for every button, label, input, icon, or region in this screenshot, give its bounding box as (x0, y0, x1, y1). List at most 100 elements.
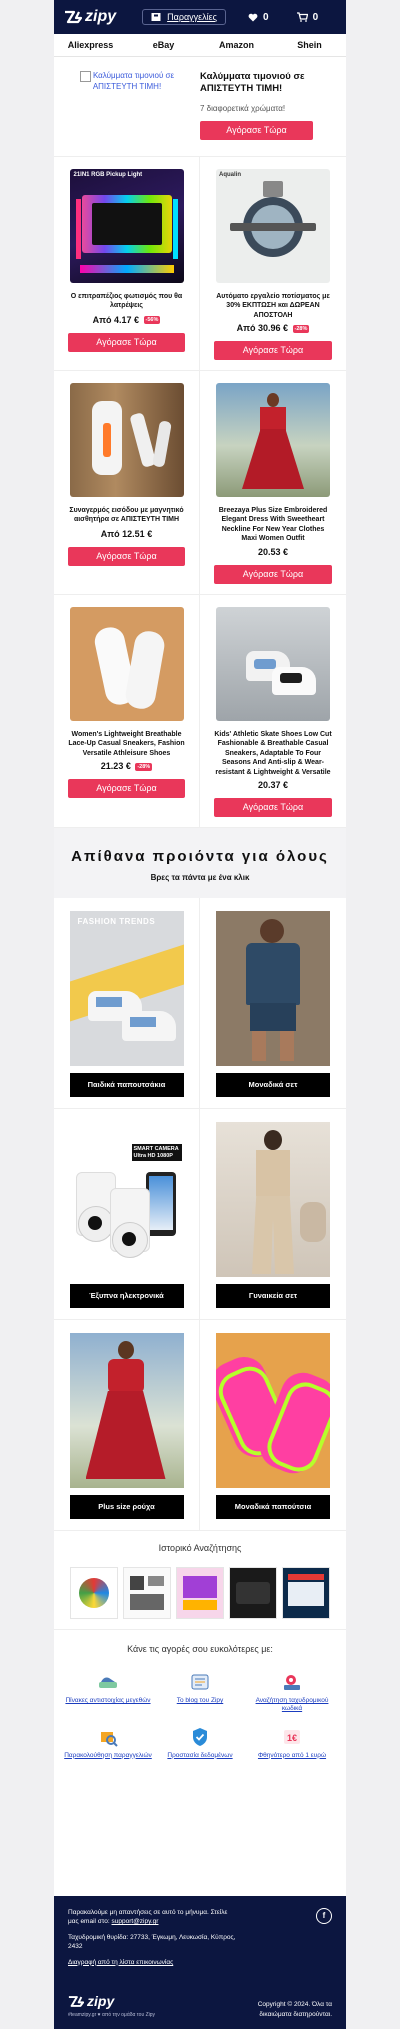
section-title: Απίθανα προιόντα για όλους (71, 847, 329, 865)
product-price: 21.23 € (100, 761, 131, 772)
product-name: Women's Lightweight Breathable Lace-Up C… (68, 730, 185, 757)
product-card: Women's Lightweight Breathable Lace-Up C… (54, 594, 200, 828)
link-label: Φθηνότερο από 1 ευρώ (257, 1751, 327, 1759)
product-card: Aqualin Αυτόματο εργαλείο ποτίσματος με … (200, 157, 346, 371)
buy-now-button[interactable]: Αγόρασε Τώρα (214, 797, 332, 817)
email-page: zipy Παραγγελίες 0 0 Aliexpress eBay Ama… (54, 0, 346, 2029)
facebook-icon[interactable]: f (316, 1908, 332, 1924)
category-card: Μοναδικά παπούτσια (200, 1320, 346, 1531)
cart-icon (296, 12, 308, 22)
product-image-red-dress[interactable] (216, 383, 330, 497)
link-label: Παρακολούθηση παραγγελιών (64, 1751, 152, 1759)
footer: f Παρακαλούμε μη απαντήσεις σε αυτό το μ… (54, 1896, 346, 2029)
zipy-logo[interactable]: zipy (64, 8, 116, 26)
section-header: Απίθανα προιόντα για όλους Βρες τα πάντα… (54, 827, 346, 898)
product-image-rgb-light[interactable]: 21IN1 RGB Pickup Light (69, 168, 184, 283)
unsubscribe-link[interactable]: Διαγραφή από τη λίστα επικοινωνίας (68, 1959, 173, 1966)
footer-logo-text: zipy (87, 1993, 115, 2010)
link-size-charts[interactable]: Πίνακες αντιστοιχίας μεγεθών (62, 1670, 154, 1713)
discount-badge: -28% (292, 324, 310, 333)
buy-now-button[interactable]: Αγόρασε Τώρα (68, 779, 185, 799)
product-image-kids-skate-shoes[interactable] (216, 606, 330, 721)
category-image-unique-shoes[interactable] (216, 1332, 330, 1488)
product-price: Από 12.51 € (100, 529, 153, 539)
buy-now-button[interactable]: Αγόρασε Τώρα (68, 332, 185, 352)
footer-bottom: zipy #teamzipy.gr ♥ από την ομάδα του Zi… (68, 1991, 332, 2019)
favorites-button[interactable]: 0 (248, 12, 269, 23)
footer-unsubscribe-wrap: Διαγραφή από τη λίστα επικοινωνίας (68, 1958, 332, 1967)
support-email-link[interactable]: support@zipy.gr (112, 1918, 159, 1925)
nav-shein[interactable]: Shein (273, 34, 346, 56)
category-button[interactable]: Γυναικεία σετ (216, 1283, 330, 1308)
product-image-caption: 21IN1 RGB Pickup Light (73, 171, 143, 178)
link-label: Προστασία δεδομένων (167, 1751, 233, 1759)
category-image-womens-sets[interactable] (216, 1121, 330, 1277)
history-thumbnail[interactable] (282, 1566, 330, 1619)
hero-image-alt-text: Καλύμματα τιμονιού σε ΑΠΙΣΤΕΥΤΗ ΤΙΜΗ! (92, 71, 175, 91)
category-image-plus-size[interactable] (69, 1332, 184, 1488)
svg-text:1€: 1€ (287, 1733, 297, 1743)
footer-brand: zipy #teamzipy.gr ♥ από την ομάδα του Zi… (68, 1991, 155, 2019)
category-button[interactable]: Μοναδικά σετ (216, 1072, 330, 1097)
category-card: Plus size ρούχα (54, 1319, 200, 1531)
hero-subtitle: 7 διαφορετικά χρώματα! (200, 103, 286, 113)
product-price: Από 30.96 € (236, 323, 289, 333)
footer-tagline: #teamzipy.gr ♥ από την ομάδα του Zipy (68, 2011, 156, 2018)
category-image-unique-sets[interactable] (216, 910, 330, 1066)
link-label: Αναζήτηση ταχυδρομικού κωδικά (255, 1696, 329, 1712)
category-button[interactable]: Plus size ρούχα (69, 1494, 184, 1519)
category-button[interactable]: Παιδικά παπουτσάκια (69, 1072, 184, 1097)
category-card: Γυναικεία σετ (200, 1109, 346, 1320)
product-image-white-sneakers[interactable] (69, 606, 184, 721)
hero-buy-button[interactable]: Αγόρασε Τώρα (200, 120, 313, 140)
buy-now-button[interactable]: Αγόρασε Τώρα (214, 341, 332, 360)
postcode-search-icon (284, 1674, 300, 1690)
history-thumbnail[interactable] (123, 1566, 171, 1619)
category-image-smart-electronics[interactable]: SMART CAMERA Ultra HD 1080P (69, 1121, 184, 1277)
link-data-protection[interactable]: Προστασία δεδομένων (154, 1725, 246, 1760)
category-button[interactable]: Μοναδικά παπούτσια (216, 1494, 330, 1519)
category-button[interactable]: Έξυπνα ηλεκτρονικά (69, 1283, 184, 1308)
cart-button[interactable]: 0 (296, 12, 318, 23)
buy-now-button[interactable]: Αγόρασε Τώρα (214, 564, 332, 584)
store-nav: Aliexpress eBay Amazon Shein (54, 34, 346, 57)
hero-title: Καλύμματα τιμονιού σε ΑΠΙΣΤΕΥΤΗ ΤΙΜΗ! (200, 71, 305, 95)
link-order-tracking[interactable]: Παρακολούθηση παραγγελιών (62, 1725, 154, 1760)
blog-icon (191, 1674, 209, 1690)
product-image-caption: Aqualin (219, 171, 241, 178)
category-image-kids-shoes[interactable]: FASHION TRENDS (69, 910, 184, 1066)
nav-amazon[interactable]: Amazon (200, 34, 273, 56)
history-thumbnail[interactable] (229, 1566, 277, 1619)
footer-logo[interactable]: zipy (68, 1991, 155, 2011)
history-thumbnail[interactable] (70, 1566, 118, 1619)
orders-button[interactable]: Παραγγελίες (142, 9, 227, 25)
zipy-bird-icon (68, 1996, 84, 2008)
history-thumbnail[interactable] (176, 1566, 224, 1619)
one-euro-icon: 1€ (284, 1729, 300, 1744)
favorites-count: 0 (263, 11, 269, 23)
category-card: SMART CAMERA Ultra HD 1080P Έξυπνα ηλεκτ… (54, 1108, 200, 1320)
buy-now-button[interactable]: Αγόρασε Τώρα (68, 547, 185, 566)
link-under-one-euro[interactable]: 1€ Φθηνότερο από 1 ευρώ (246, 1725, 338, 1760)
heart-icon (248, 13, 258, 21)
product-card: Kids' Athletic Skate Shoes Low Cut Fashi… (200, 595, 346, 828)
product-image-water-timer[interactable]: Aqualin (216, 168, 330, 283)
nav-aliexpress[interactable]: Aliexpress (54, 34, 127, 56)
product-grid: 21IN1 RGB Pickup Light Ο επιτραπέζιος φω… (54, 156, 346, 828)
copyright: Copyright © 2024. Όλα τα δικαιώματα διατ… (257, 2001, 332, 2018)
orders-box-icon (151, 13, 161, 21)
nav-ebay[interactable]: eBay (127, 34, 200, 56)
link-postcode-search[interactable]: Αναζήτηση ταχυδρομικού κωδικά (246, 1670, 338, 1713)
product-name: Breezaya Plus Size Embroidered Elegant D… (218, 507, 328, 543)
product-name: Αυτόματο εργαλείο ποτίσματος με 30% ΕΚΠΤ… (216, 292, 330, 319)
hero-image-broken[interactable]: Καλύμματα τιμονιού σε ΑΠΙΣΤΕΥΤΗ ΤΙΜΗ! (68, 71, 186, 140)
size-chart-icon (99, 1677, 117, 1688)
footer-address: Ταχυδρομική θυρίδα: 27733, Έγκωμη, Λευκω… (68, 1933, 236, 1951)
product-card: 21IN1 RGB Pickup Light Ο επιτραπέζιος φω… (54, 156, 200, 371)
link-label: Το blog του Zipy (176, 1696, 224, 1704)
product-price-row: Από 4.17 € -56% (68, 315, 185, 325)
product-image-door-alarm[interactable] (69, 383, 184, 497)
footer-contact: Παρακαλούμε μη απαντήσεις σε αυτό το μήν… (68, 1908, 238, 1927)
link-zipy-blog[interactable]: Το blog του Zipy (154, 1670, 246, 1713)
logo-text: zipy (85, 8, 117, 25)
